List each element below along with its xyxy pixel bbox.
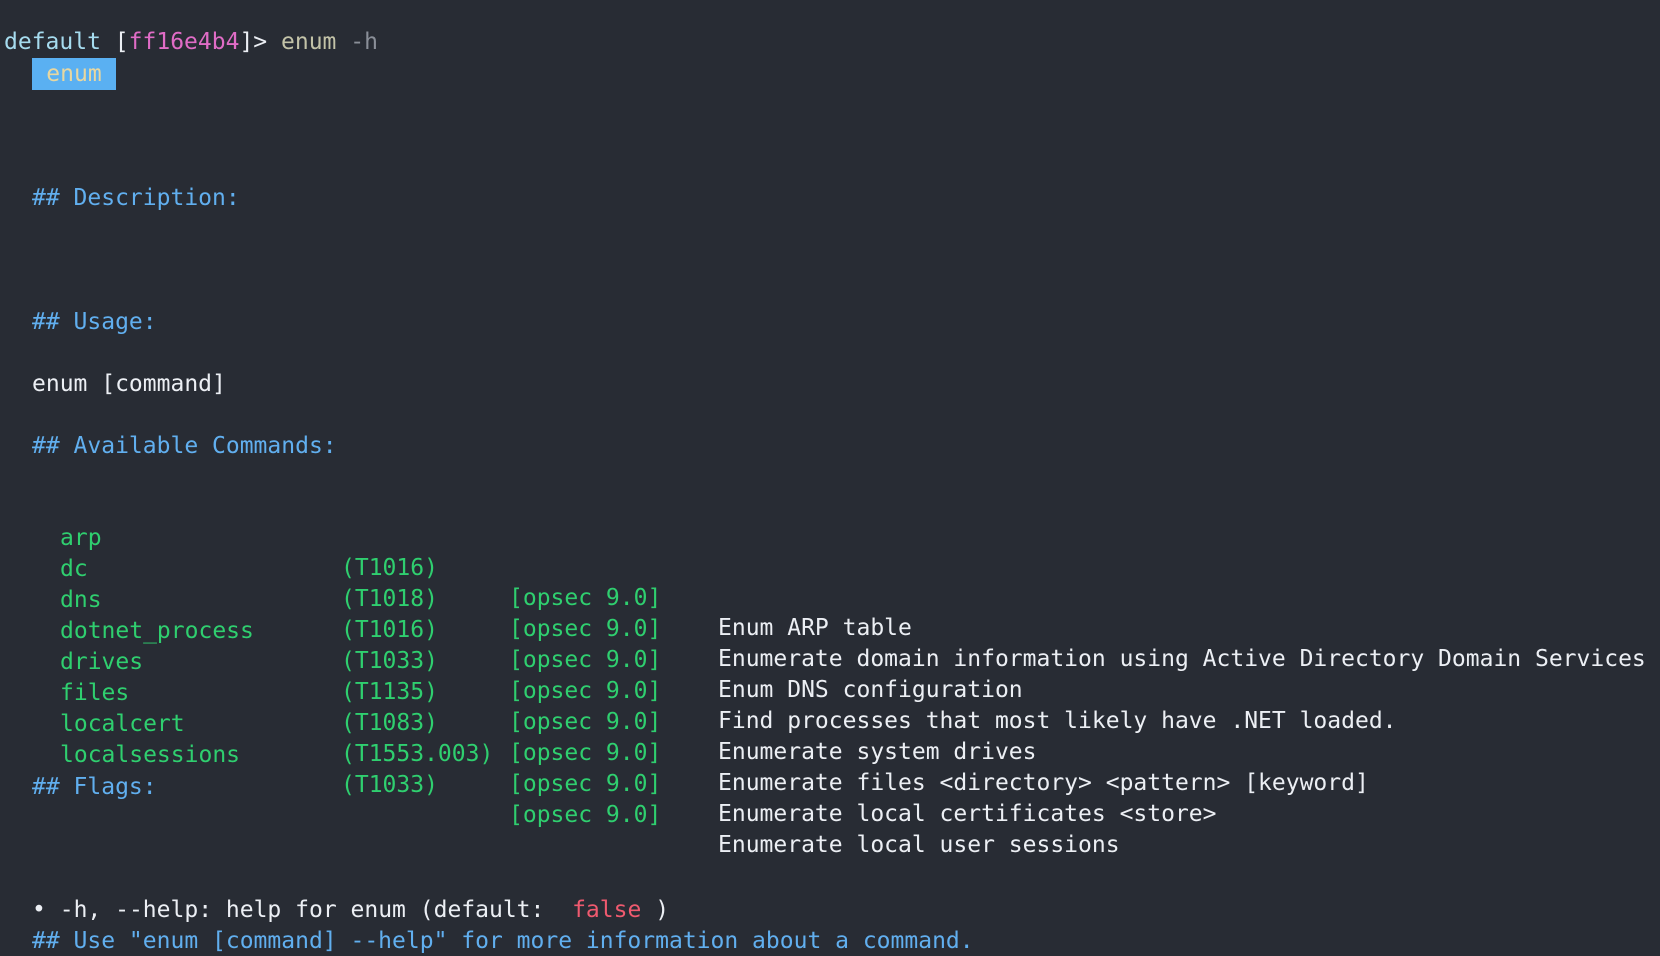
technique-id: (T1016): [341, 555, 438, 581]
flags-heading: ## Flags:: [32, 774, 157, 800]
command-name: dns: [60, 587, 102, 613]
command-description: Enumerate system drives: [718, 739, 1037, 765]
footer-hint: ## Use "enum [command] --help" for more …: [32, 928, 974, 954]
opsec-score: [opsec 9.0]: [509, 802, 662, 828]
technique-id: (T1135): [341, 679, 438, 705]
opsec-score: [opsec 9.0]: [509, 616, 662, 642]
flag-default-value: false: [572, 897, 642, 923]
command-row: files (T1083) [opsec 9.0] Enumerate file…: [0, 648, 1369, 796]
command-row: dc (T1018) [opsec 9.0] Enumerate domain …: [0, 524, 1646, 672]
command-description: Enum DNS configuration: [718, 677, 1023, 703]
command-description: Enumerate local user sessions: [718, 832, 1120, 858]
command-row: dns (T1016) [opsec 9.0] Enum DNS configu…: [0, 555, 1023, 703]
command-badge: enum: [32, 58, 116, 90]
command-row: localcert (T1553.003) [opsec 9.0] Enumer…: [0, 679, 1217, 827]
flag-item: • -h, --help: help for enum (default: fa…: [32, 865, 669, 923]
flag-text: -h, --help: help for enum (default:: [59, 897, 545, 923]
technique-id: (T1083): [341, 710, 438, 736]
command-name: dc: [60, 556, 88, 582]
prompt-context: default: [4, 29, 101, 55]
technique-id: (T1033): [341, 648, 438, 674]
bullet-icon: •: [32, 897, 46, 923]
opsec-score: [opsec 9.0]: [509, 678, 662, 704]
prompt-command: enum: [281, 29, 337, 55]
opsec-score: [opsec 9.0]: [509, 585, 662, 611]
command-description: Enumerate files <directory> <pattern> [k…: [718, 770, 1369, 796]
prompt-line: default [ff16e4b4]> enum -h: [4, 0, 378, 55]
opsec-score: [opsec 9.0]: [509, 647, 662, 673]
command-name: dotnet_process: [60, 618, 254, 644]
command-description: Enumerate domain information using Activ…: [718, 646, 1646, 672]
opsec-score: [opsec 9.0]: [509, 771, 662, 797]
prompt-bracket-open: [: [114, 29, 129, 55]
opsec-score: [opsec 9.0]: [509, 709, 662, 735]
usage-heading: ## Usage:: [32, 309, 157, 335]
command-name: files: [60, 680, 130, 706]
command-description: Find processes that most likely have .NE…: [718, 708, 1397, 734]
command-name: arp: [60, 525, 102, 551]
description-heading: ## Description:: [32, 185, 240, 211]
command-row: localsessions (T1033) [opsec 9.0] Enumer…: [0, 710, 1120, 858]
technique-id: (T1033): [341, 772, 438, 798]
session-id: ff16e4b4: [128, 29, 240, 55]
prompt-flag: -h: [350, 29, 378, 55]
command-row: dotnet_process (T1033) [opsec 9.0] Find …: [0, 586, 1397, 734]
command-row: drives (T1135) [opsec 9.0] Enumerate sys…: [0, 617, 1037, 765]
prompt-bracket-close: ]: [239, 29, 254, 55]
command-description: Enumerate local certificates <store>: [718, 801, 1217, 827]
command-name: drives: [60, 649, 144, 675]
command-name: localsessions: [60, 742, 241, 768]
prompt-caret: >: [253, 29, 268, 55]
command-name: localcert: [60, 711, 185, 737]
technique-id: (T1553.003): [341, 741, 494, 767]
command-description: Enum ARP table: [718, 615, 912, 641]
technique-id: (T1016): [341, 617, 438, 643]
available-commands-heading: ## Available Commands:: [32, 433, 337, 459]
usage-line: enum [command]: [32, 371, 226, 397]
command-row: arp (T1016) [opsec 9.0] Enum ARP table: [0, 493, 912, 641]
opsec-score: [opsec 9.0]: [509, 740, 662, 766]
flag-close-paren: ): [655, 897, 670, 923]
technique-id: (T1018): [341, 586, 438, 612]
